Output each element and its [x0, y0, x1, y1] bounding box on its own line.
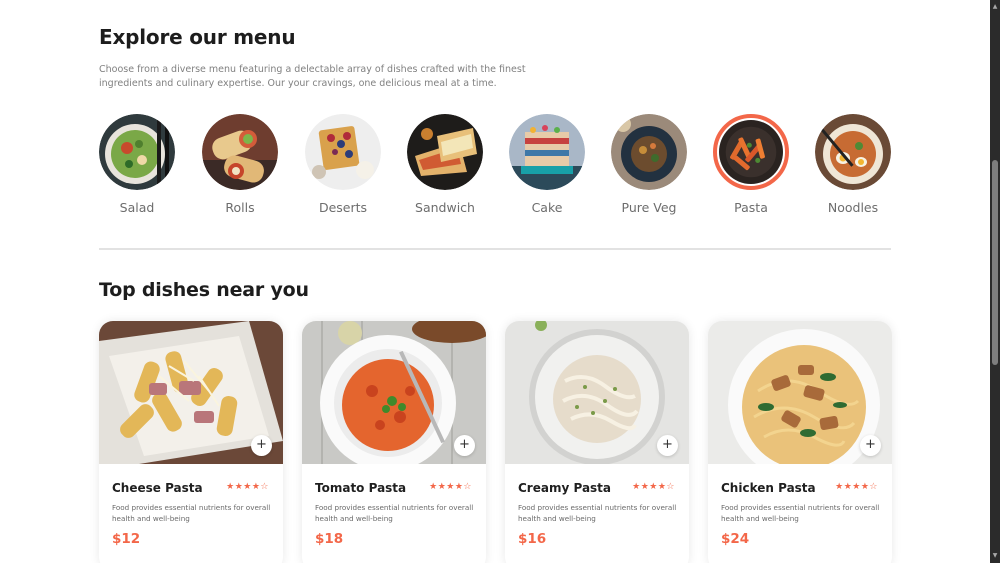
menu-list: Salad Rolls Deserts Sandwich Cake Pure V… [99, 114, 891, 224]
dish-name: Chicken Pasta [721, 481, 816, 495]
dish-price: $16 [518, 531, 547, 547]
menu-item-pure-veg[interactable]: Pure Veg [611, 114, 687, 224]
noodles-image[interactable] [815, 114, 891, 190]
deserts-image[interactable] [305, 114, 381, 190]
dish-card-tomato-pasta[interactable]: + Tomato Pasta ★★★★☆ Food provides essen… [302, 321, 486, 563]
dish-card-creamy-pasta[interactable]: + Creamy Pasta ★★★★☆ Food provides essen… [505, 321, 689, 563]
add-to-cart-button[interactable]: + [251, 435, 272, 456]
menu-label: Salad [119, 200, 155, 215]
dish-name: Cheese Pasta [112, 481, 203, 495]
scroll-down-icon[interactable]: ▼ [990, 551, 1000, 561]
menu-label: Pure Veg [621, 200, 677, 215]
scrollbar-thumb[interactable] [992, 160, 998, 365]
menu-label: Pasta [734, 200, 768, 215]
menu-item-deserts[interactable]: Deserts [305, 114, 381, 224]
dish-description: Food provides essential nutrients for ov… [315, 503, 474, 523]
menu-label: Deserts [318, 200, 368, 215]
vertical-scrollbar[interactable]: ▲ ▼ [990, 0, 1000, 563]
add-to-cart-button[interactable]: + [454, 435, 475, 456]
menu-label: Cake [531, 200, 563, 215]
add-to-cart-button[interactable]: + [860, 435, 881, 456]
menu-item-cake[interactable]: Cake [509, 114, 585, 224]
scroll-up-icon[interactable]: ▲ [990, 2, 1000, 12]
menu-item-noodles[interactable]: Noodles [815, 114, 891, 224]
salad-image[interactable] [99, 114, 175, 190]
menu-item-salad[interactable]: Salad [99, 114, 175, 224]
menu-item-rolls[interactable]: Rolls [202, 114, 278, 224]
menu-label: Rolls [225, 200, 255, 215]
rating-stars: ★★★★☆ [632, 482, 675, 492]
menu-label: Noodles [827, 200, 879, 215]
rolls-image[interactable] [202, 114, 278, 190]
dish-card-cheese-pasta[interactable]: + Cheese Pasta ★★★★☆ Food provides essen… [99, 321, 283, 563]
cake-image[interactable] [509, 114, 585, 190]
top-dishes-title: Top dishes near you [99, 279, 309, 301]
sandwich-image[interactable] [407, 114, 483, 190]
section-divider [99, 248, 891, 250]
rating-stars: ★★★★☆ [835, 482, 878, 492]
rating-stars: ★★★★☆ [226, 482, 269, 492]
explore-title: Explore our menu [99, 25, 296, 49]
menu-label: Sandwich [415, 200, 475, 215]
rating-stars: ★★★★☆ [429, 482, 472, 492]
pasta-image[interactable] [713, 114, 789, 190]
dish-price: $12 [112, 531, 141, 547]
dish-description: Food provides essential nutrients for ov… [518, 503, 677, 523]
dish-price: $18 [315, 531, 344, 547]
add-to-cart-button[interactable]: + [657, 435, 678, 456]
dish-name: Tomato Pasta [315, 481, 407, 495]
dish-card-chicken-pasta[interactable]: + Chicken Pasta ★★★★☆ Food provides esse… [708, 321, 892, 563]
dish-price: $24 [721, 531, 750, 547]
menu-item-pasta[interactable]: Pasta [713, 114, 789, 224]
dish-name: Creamy Pasta [518, 481, 612, 495]
menu-item-sandwich[interactable]: Sandwich [407, 114, 483, 224]
dish-description: Food provides essential nutrients for ov… [112, 503, 271, 523]
explore-description: Choose from a diverse menu featuring a d… [99, 64, 526, 89]
dish-description: Food provides essential nutrients for ov… [721, 503, 880, 523]
pure-veg-image[interactable] [611, 114, 687, 190]
page: Explore our menu Choose from a diverse m… [0, 0, 990, 563]
